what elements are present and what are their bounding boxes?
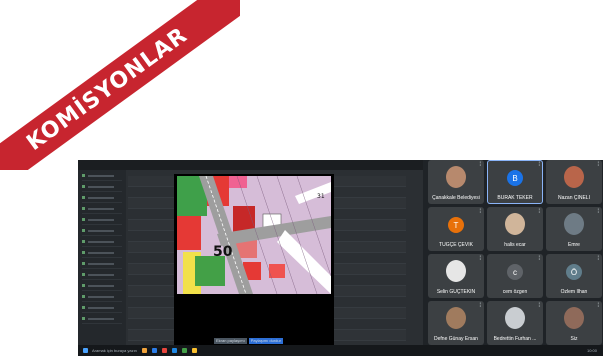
participant-tile[interactable]: ⁞ Defne Günay Ersan (428, 301, 484, 345)
mic-icon: ⁞ (597, 256, 599, 262)
sidebar-item[interactable] (82, 182, 122, 192)
participant-name: Emre (568, 242, 580, 248)
sidebar-item[interactable] (82, 248, 122, 258)
meeting-screenshot: 50 31 Ekran paylaşımı Paylaşımı durdur ⁞… (78, 160, 603, 356)
mic-icon: ⁞ (597, 209, 599, 215)
map-controls: Ekran paylaşımı Paylaşımı durdur (214, 338, 294, 344)
participant-tile[interactable]: ⁞ T TUĞÇE ÇEVİK (428, 207, 484, 251)
sidebar-item[interactable] (82, 237, 122, 247)
participant-name: Siz (570, 336, 578, 342)
zoning-map-drawing: 50 31 (177, 176, 331, 294)
mic-icon: ⁞ (479, 303, 481, 309)
mic-icon: ⁞ (538, 303, 540, 309)
sidebar-item[interactable] (82, 193, 122, 203)
map-viewer-window[interactable]: 50 31 Ekran paylaşımı Paylaşımı durdur (174, 174, 334, 346)
participant-tile[interactable]: ⁞ Bedrettin Furhan ... (487, 301, 543, 345)
app-sidebar (78, 170, 126, 345)
participant-photo (446, 260, 466, 282)
participant-photo (446, 166, 466, 188)
participant-name: Nazan ÇİNELİ (558, 195, 590, 201)
chrome-icon[interactable] (161, 348, 167, 353)
taskbar-search[interactable]: Aramak için buraya yazın (92, 348, 137, 353)
excel-icon[interactable] (181, 348, 187, 353)
participant-tile[interactable]: ⁞ Çanakkale Belediyesi (428, 160, 484, 204)
mic-icon: ⁞ (538, 162, 540, 168)
mic-icon: ⁞ (479, 162, 481, 168)
app-topbar (78, 160, 423, 170)
windows-start-icon[interactable] (83, 348, 88, 353)
participant-name: halis ecar (504, 242, 526, 248)
file-explorer-icon[interactable] (141, 348, 147, 353)
mic-icon: ⁞ (538, 209, 540, 215)
share-screen-button[interactable]: Ekran paylaşımı (214, 338, 247, 344)
sidebar-item[interactable] (82, 215, 122, 225)
sidebar-item[interactable] (82, 303, 122, 313)
participant-photo (505, 307, 525, 329)
participant-tile[interactable]: ⁞ Selin GÜÇTEKİN (428, 254, 484, 298)
sidebar-item[interactable] (82, 226, 122, 236)
edge-icon[interactable] (151, 348, 157, 353)
avatar: B (507, 170, 523, 186)
participant-tile[interactable]: ⁞ B BURAK TEKER (487, 160, 543, 204)
word-icon[interactable] (171, 348, 177, 353)
participant-photo (446, 307, 466, 329)
avatar: Ö (566, 264, 582, 280)
participant-name: Çanakkale Belediyesi (432, 195, 480, 201)
participant-grid: ⁞ Çanakkale Belediyesi ⁞ B BURAK TEKER ⁞ Nazan… (428, 160, 603, 345)
map-label-50: 50 (213, 244, 233, 260)
komisyonlar-banner: KOMİSYONLAR (0, 0, 240, 170)
sidebar-item[interactable] (82, 259, 122, 269)
sidebar-item[interactable] (82, 281, 122, 291)
participant-tile[interactable]: ⁞ Nazan ÇİNELİ (546, 160, 602, 204)
banner-area: KOMİSYONLAR (0, 0, 240, 170)
participant-tile[interactable]: ⁞ Siz (546, 301, 602, 345)
zoning-map[interactable]: 50 31 (177, 176, 331, 294)
participant-photo (564, 213, 584, 235)
mic-icon: ⁞ (597, 303, 599, 309)
participant-name: TUĞÇE ÇEVİK (439, 242, 473, 248)
avatar: c (507, 264, 523, 280)
sidebar-item[interactable] (82, 204, 122, 214)
participant-tile[interactable]: ⁞ Ö Özlem İlhan (546, 254, 602, 298)
sidebar-item[interactable] (82, 171, 122, 181)
participant-photo (564, 307, 584, 329)
mic-icon: ⁞ (597, 162, 599, 168)
participant-name: cem özgen (502, 289, 528, 295)
mic-icon: ⁞ (479, 209, 481, 215)
participant-name: Selin GÜÇTEKİN (436, 289, 476, 295)
participant-name: Bedrettin Furhan ... (493, 336, 537, 342)
sidebar-item[interactable] (82, 270, 122, 280)
participant-photo (505, 213, 525, 235)
participant-name: Özlem İlhan (560, 289, 588, 295)
mic-icon: ⁞ (538, 256, 540, 262)
taskbar-clock: 10:00 (586, 348, 597, 353)
mic-icon: ⁞ (479, 256, 481, 262)
participant-tile[interactable]: ⁞ halis ecar (487, 207, 543, 251)
participant-name: Defne Günay Ersan (434, 336, 478, 342)
participant-tile[interactable]: ⁞ Emre (546, 207, 602, 251)
participant-tile[interactable]: ⁞ c cem özgen (487, 254, 543, 298)
avatar: T (448, 217, 464, 233)
sidebar-item[interactable] (82, 292, 122, 302)
banner-title: KOMİSYONLAR (22, 22, 192, 156)
windows-taskbar: Aramak için buraya yazın 10:00 (78, 345, 603, 356)
participant-photo (564, 166, 584, 188)
sidebar-item[interactable] (82, 314, 122, 324)
stop-sharing-button[interactable]: Paylaşımı durdur (248, 338, 283, 344)
shared-screen: 50 31 Ekran paylaşımı Paylaşımı durdur (78, 160, 423, 346)
participant-name: BURAK TEKER (497, 195, 533, 201)
app-icon[interactable] (191, 348, 197, 353)
map-label-31: 31 (317, 193, 325, 200)
